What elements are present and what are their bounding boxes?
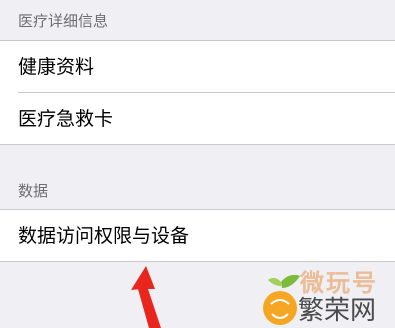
data-group: 数据访问权限与设备 xyxy=(0,209,395,262)
watermark: 微玩号 繁荣网 xyxy=(260,268,395,328)
data-access-devices-label: 数据访问权限与设备 xyxy=(18,225,190,247)
medical-id-label: 医疗急救卡 xyxy=(18,108,114,130)
watermark-line1: 微玩号 xyxy=(300,269,378,297)
health-data-cell[interactable]: 健康资料 xyxy=(0,41,395,93)
watermark-line2: 繁荣网 xyxy=(298,296,377,326)
group-bottom-border xyxy=(0,261,395,262)
data-access-devices-cell[interactable]: 数据访问权限与设备 xyxy=(0,210,395,262)
leaf-logo-icon xyxy=(263,274,300,325)
data-section-header: 数据 xyxy=(0,145,395,209)
medical-details-group: 健康资料 医疗急救卡 xyxy=(0,40,395,145)
health-data-label: 健康资料 xyxy=(18,56,95,78)
medical-id-cell[interactable]: 医疗急救卡 xyxy=(0,93,395,145)
arrow-head-icon xyxy=(131,266,155,290)
data-header-label: 数据 xyxy=(18,182,49,200)
arrow-shaft xyxy=(138,289,161,328)
medical-details-header-label: 医疗详细信息 xyxy=(18,12,109,30)
medical-details-section-header: 医疗详细信息 xyxy=(0,0,395,40)
